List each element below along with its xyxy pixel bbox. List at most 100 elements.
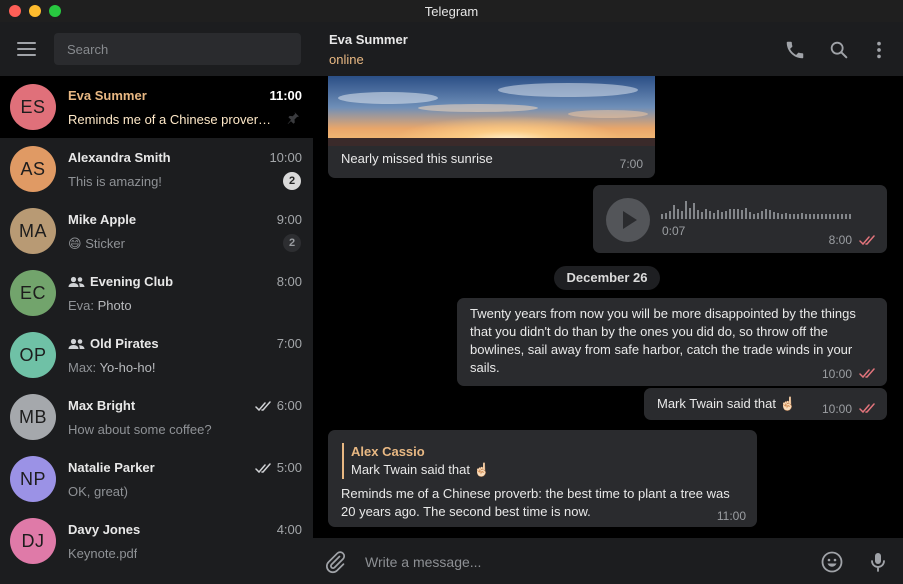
avatar: NP bbox=[10, 456, 56, 502]
photo-message[interactable]: Nearly missed this sunrise 7:00 bbox=[328, 76, 655, 178]
message-time: 11:00 bbox=[716, 509, 746, 523]
avatar: AS bbox=[10, 146, 56, 192]
sidebar-header bbox=[0, 22, 313, 76]
search-icon[interactable] bbox=[828, 39, 850, 61]
microphone-icon[interactable] bbox=[866, 550, 890, 574]
avatar: EC bbox=[10, 270, 56, 316]
chat-preview: Eva: Photo bbox=[68, 298, 132, 313]
avatar: ES bbox=[10, 84, 56, 130]
preview-text: Sticker bbox=[85, 236, 125, 251]
photo-caption: Nearly missed this sunrise bbox=[341, 151, 493, 166]
chat-item[interactable]: MA Mike Apple 9:00 😄 Sticker 2 bbox=[0, 200, 313, 262]
chat-time: 7:00 bbox=[276, 336, 302, 351]
emoji-icon[interactable] bbox=[820, 550, 844, 574]
chat-item[interactable]: AS Alexandra Smith 10:00 This is amazing! 2 bbox=[0, 138, 313, 200]
avatar: MA bbox=[10, 208, 56, 254]
message-text: Twenty years from now you will be more d… bbox=[470, 306, 856, 375]
pin-icon bbox=[286, 111, 300, 125]
chat-preview: OK, great) bbox=[68, 484, 128, 499]
chat-item[interactable]: MB Max Bright 6:00 How about some coffee? bbox=[0, 386, 313, 448]
chat-item[interactable]: DJ Davy Jones 4:00 Keynote.pdf bbox=[0, 510, 313, 572]
avatar: MB bbox=[10, 394, 56, 440]
message-text: Reminds me of a Chinese proverb: the bes… bbox=[341, 486, 730, 519]
chat-item[interactable]: EC Evening Club 8:00 Eva: Photo bbox=[0, 262, 313, 324]
phone-icon[interactable] bbox=[784, 39, 806, 61]
chat-name: Old Pirates bbox=[90, 336, 159, 351]
message-time: 10:00 bbox=[821, 367, 852, 381]
preview-sender: Max: bbox=[68, 360, 97, 375]
chat-name: Evening Club bbox=[90, 274, 174, 289]
preview-text: Photo bbox=[97, 298, 132, 313]
title-bar: Telegram bbox=[0, 0, 903, 22]
chat-panel: Eva Summer online Nearly missed this sun… bbox=[313, 22, 903, 584]
reply-author[interactable]: Alex Cassio bbox=[351, 443, 425, 461]
peer-name[interactable]: Eva Summer bbox=[329, 32, 408, 47]
avatar: OP bbox=[10, 332, 56, 378]
chat-name: Eva Summer bbox=[68, 88, 147, 103]
chat-preview: Keynote.pdf bbox=[68, 546, 137, 561]
chat-list: ES Eva Summer 11:00 Reminds me of a Chinese… bbox=[0, 76, 313, 572]
preview-text: Reminds me of a Chinese prover… bbox=[68, 112, 272, 127]
chat-name: Max Bright bbox=[68, 398, 136, 413]
chat-item[interactable]: OP Old Pirates 7:00 Max: Yo-ho-ho! bbox=[0, 324, 313, 386]
read-check-icon bbox=[859, 235, 875, 246]
preview-text: This is amazing! bbox=[68, 174, 162, 189]
outgoing-message[interactable]: Twenty years from now you will be more d… bbox=[457, 298, 887, 386]
read-check-icon bbox=[255, 462, 273, 474]
chat-time: 9:00 bbox=[276, 212, 302, 227]
preview-sender: Eva: bbox=[68, 298, 95, 313]
chat-name: Alexandra Smith bbox=[68, 150, 171, 165]
chat-time: 11:00 bbox=[269, 88, 302, 103]
chat-preview: This is amazing! bbox=[68, 174, 162, 189]
chat-name: Natalie Parker bbox=[68, 460, 155, 475]
message-composer bbox=[313, 538, 903, 584]
voice-message[interactable]: 0:07 8:00 bbox=[593, 185, 887, 253]
reply-quote[interactable]: Mark Twain said that ☝🏻 bbox=[351, 461, 490, 479]
voice-duration: 0:07 bbox=[662, 224, 686, 238]
incoming-reply-message[interactable]: Alex Cassio Mark Twain said that ☝🏻 Remi… bbox=[328, 430, 757, 527]
search-input[interactable] bbox=[54, 33, 301, 65]
chat-item[interactable]: ES Eva Summer 11:00 Reminds me of a Chinese… bbox=[0, 76, 313, 138]
message-input[interactable] bbox=[365, 550, 805, 574]
chat-preview: 😄 Sticker bbox=[68, 236, 125, 252]
read-check-icon bbox=[255, 400, 273, 412]
unread-badge: 2 bbox=[283, 234, 301, 252]
chat-preview: Max: Yo-ho-ho! bbox=[68, 360, 155, 375]
message-time: 7:00 bbox=[619, 157, 643, 171]
outgoing-message[interactable]: Mark Twain said that ☝🏻 10:00 bbox=[644, 388, 887, 420]
message-time: 8:00 bbox=[828, 233, 852, 247]
chat-time: 8:00 bbox=[276, 274, 302, 289]
sticker-emoji: 😄 bbox=[68, 236, 82, 251]
chat-time: 5:00 bbox=[276, 460, 302, 475]
more-options-icon[interactable] bbox=[868, 39, 890, 61]
play-icon[interactable] bbox=[606, 198, 650, 242]
chat-time: 6:00 bbox=[276, 398, 302, 413]
attach-icon[interactable] bbox=[323, 550, 347, 574]
sunrise-photo[interactable] bbox=[328, 76, 655, 146]
chat-name: Mike Apple bbox=[68, 212, 137, 227]
preview-text: Yo-ho-ho! bbox=[99, 360, 156, 375]
chat-preview: Reminds me of a Chinese prover… bbox=[68, 112, 271, 127]
peer-status: online bbox=[329, 52, 364, 67]
chat-time: 10:00 bbox=[269, 150, 302, 165]
preview-text: Keynote.pdf bbox=[68, 546, 138, 561]
unread-badge: 2 bbox=[283, 172, 301, 190]
chat-name: Davy Jones bbox=[68, 522, 141, 537]
hamburger-menu-icon[interactable] bbox=[17, 41, 37, 57]
chat-header: Eva Summer online bbox=[313, 22, 903, 76]
date-separator: December 26 bbox=[554, 266, 660, 290]
message-history[interactable]: Nearly missed this sunrise 7:00 0:07 8:0… bbox=[313, 76, 903, 538]
chat-preview: How about some coffee? bbox=[68, 422, 212, 437]
group-icon bbox=[68, 338, 85, 350]
sidebar: ES Eva Summer 11:00 Reminds me of a Chinese… bbox=[0, 22, 313, 584]
message-text: Mark Twain said that ☝🏻 bbox=[657, 396, 796, 411]
chat-time: 4:00 bbox=[276, 522, 302, 537]
preview-text: OK, great) bbox=[68, 484, 128, 499]
preview-text: How about some coffee? bbox=[68, 422, 212, 437]
read-check-icon bbox=[859, 368, 875, 379]
window-title: Telegram bbox=[424, 4, 479, 19]
voice-waveform[interactable] bbox=[661, 199, 861, 219]
message-time: 10:00 bbox=[821, 402, 852, 416]
chat-item[interactable]: NP Natalie Parker 5:00 OK, great) bbox=[0, 448, 313, 510]
avatar: DJ bbox=[10, 518, 56, 564]
